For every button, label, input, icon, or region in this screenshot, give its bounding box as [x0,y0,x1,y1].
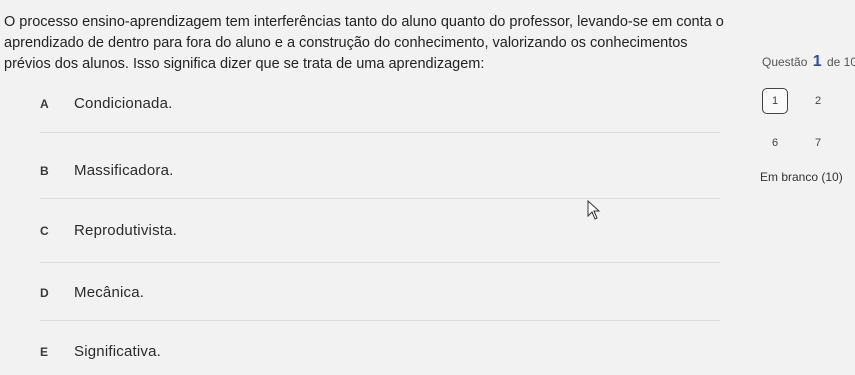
option-label: Reprodutivista. [74,222,178,239]
option-e[interactable]: E Significativa. [40,343,161,360]
question-number-7[interactable]: 7 [805,130,831,156]
option-c[interactable]: C Reprodutivista. [40,222,177,239]
divider [40,132,720,133]
question-text: O processo ensino-aprendizagem tem inter… [4,14,724,72]
option-label: Significativa. [74,343,162,360]
blank-count-label: Em branco (10) [760,170,843,184]
option-letter: E [40,344,49,359]
question-number-6[interactable]: 6 [762,130,788,156]
counter-current: 1 [812,53,822,70]
question-counter: Questão 1 de 10 [762,53,855,71]
exam-page: O processo ensino-aprendizagem tem inter… [0,0,855,375]
counter-suffix: de 10 [826,55,855,69]
divider [40,198,720,199]
question-number-1[interactable]: 1 [762,88,788,114]
option-letter: D [40,285,49,300]
option-letter: C [40,223,49,238]
option-letter: B [40,163,49,178]
option-label: Mecânica. [74,284,145,301]
option-a[interactable]: A Condicionada. [40,95,173,112]
question-number-2[interactable]: 2 [805,88,831,114]
option-label: Massificadora. [74,162,174,179]
option-d[interactable]: D Mecânica. [40,284,144,301]
mouse-cursor-icon [587,200,601,220]
counter-prefix: Questão [762,55,808,69]
divider [40,320,720,321]
option-letter: A [40,96,49,111]
option-b[interactable]: B Massificadora. [40,162,174,179]
option-label: Condicionada. [74,95,173,112]
divider [40,262,720,263]
